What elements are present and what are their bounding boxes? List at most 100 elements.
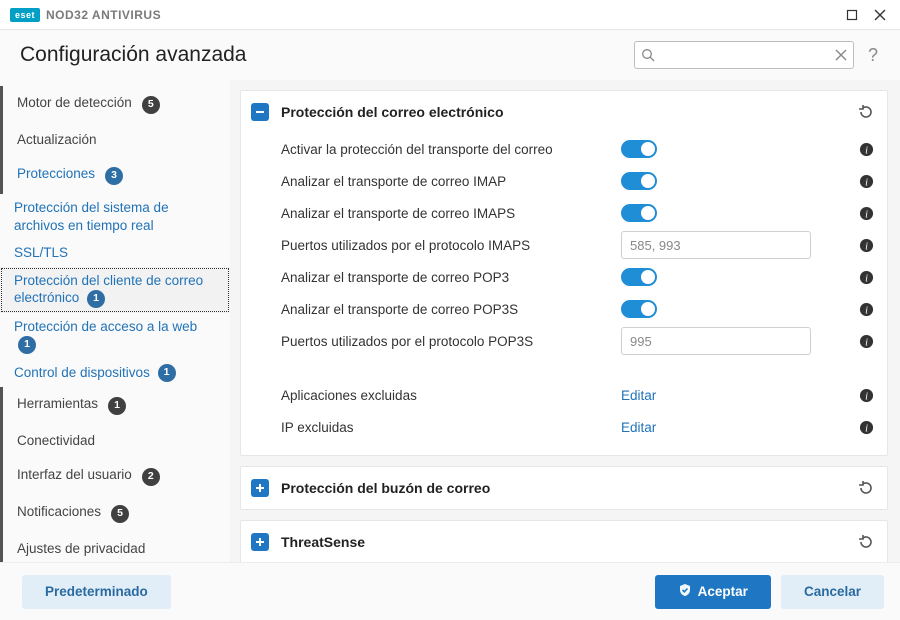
sidebar-sub-proteccion-correo[interactable]: Protección del cliente de correo electró… — [0, 267, 230, 313]
sidebar-item-label: Conectividad — [17, 433, 95, 450]
sidebar-item-label: Protección del cliente de correo electró… — [14, 273, 203, 306]
setting-label: Analizar el transporte de correo IMAP — [281, 174, 611, 189]
row-imaps-ports: Puertos utilizados por el protocolo IMAP… — [281, 229, 875, 261]
setting-label: Analizar el transporte de correo POP3 — [281, 270, 611, 285]
imaps-ports-input[interactable] — [621, 231, 811, 259]
sidebar-item-interfaz-usuario[interactable]: Interfaz del usuario 2 — [0, 458, 230, 495]
row-excluded-ips: IP excluidas Editar i — [281, 411, 875, 443]
row-pop3s: Analizar el transporte de correo POP3S i — [281, 293, 875, 325]
button-label: Predeterminado — [45, 584, 148, 599]
sidebar-item-actualizacion[interactable]: Actualización — [0, 123, 230, 158]
reset-icon[interactable] — [857, 533, 875, 551]
info-icon[interactable]: i — [857, 420, 875, 435]
toggle-imaps[interactable] — [621, 204, 657, 222]
edit-excluded-apps-link[interactable]: Editar — [621, 388, 656, 403]
search-icon — [641, 48, 655, 62]
sidebar-item-label: Ajustes de privacidad — [17, 541, 145, 558]
reset-icon[interactable] — [857, 103, 875, 121]
product-name: NOD32 ANTIVIRUS — [46, 8, 161, 22]
panel-header[interactable]: ThreatSense — [241, 521, 887, 562]
main-content: Protección del correo electrónico Activa… — [230, 80, 900, 562]
help-button[interactable]: ? — [860, 41, 886, 69]
sidebar-item-label: Motor de detección — [17, 95, 132, 112]
expand-icon[interactable] — [251, 533, 269, 551]
search-input[interactable] — [634, 41, 854, 69]
window-titlebar: eset NOD32 ANTIVIRUS — [0, 0, 900, 30]
svg-text:i: i — [865, 305, 868, 316]
clear-search-icon[interactable] — [835, 49, 847, 61]
cancel-button[interactable]: Cancelar — [781, 575, 884, 609]
sidebar-badge: 3 — [105, 167, 123, 185]
row-imaps: Analizar el transporte de correo IMAPS i — [281, 197, 875, 229]
close-button[interactable] — [866, 3, 894, 27]
svg-text:i: i — [865, 241, 868, 252]
svg-text:i: i — [865, 177, 868, 188]
info-icon[interactable]: i — [857, 270, 875, 285]
panel-mailbox-protection: Protección del buzón de correo — [240, 466, 888, 510]
shield-icon — [678, 583, 692, 600]
sidebar-item-ajustes-privacidad[interactable]: Ajustes de privacidad — [0, 532, 230, 562]
panel-header[interactable]: Protección del correo electrónico — [241, 91, 887, 133]
setting-label: Aplicaciones excluidas — [281, 388, 611, 403]
info-icon[interactable]: i — [857, 334, 875, 349]
svg-text:i: i — [865, 423, 868, 434]
accept-button[interactable]: Aceptar — [655, 575, 771, 609]
sidebar-sub-ssl-tls[interactable]: SSL/TLS — [0, 239, 230, 267]
info-icon[interactable]: i — [857, 302, 875, 317]
search-box — [634, 41, 854, 69]
info-icon[interactable]: i — [857, 206, 875, 221]
sidebar-item-herramientas[interactable]: Herramientas 1 — [0, 387, 230, 424]
sidebar-sub-proteccion-archivos[interactable]: Protección del sistema de archivos en ti… — [0, 194, 230, 239]
info-icon[interactable]: i — [857, 238, 875, 253]
button-label: Aceptar — [698, 584, 748, 599]
pop3s-ports-input[interactable] — [621, 327, 811, 355]
collapse-icon[interactable] — [251, 103, 269, 121]
sidebar-item-conectividad[interactable]: Conectividad — [0, 424, 230, 459]
page-title: Configuración avanzada — [20, 43, 634, 67]
sidebar-item-notificaciones[interactable]: Notificaciones 5 — [0, 495, 230, 532]
toggle-pop3[interactable] — [621, 268, 657, 286]
toggle-enable-transport[interactable] — [621, 140, 657, 158]
svg-text:i: i — [865, 391, 868, 402]
row-imap: Analizar el transporte de correo IMAP i — [281, 165, 875, 197]
sidebar-badge: 5 — [111, 505, 129, 523]
sidebar-badge: 5 — [142, 96, 160, 114]
panel-header[interactable]: Protección del buzón de correo — [241, 467, 887, 509]
sidebar-item-protecciones[interactable]: Protecciones 3 — [0, 157, 230, 194]
toggle-imap[interactable] — [621, 172, 657, 190]
sidebar-item-label: Protecciones — [17, 166, 95, 183]
sidebar-item-label: Protección de acceso a la web — [14, 319, 197, 334]
sidebar: Motor de detección 5 Actualización Prote… — [0, 80, 230, 562]
sidebar-badge: 1 — [158, 364, 176, 382]
svg-text:i: i — [865, 273, 868, 284]
expand-icon[interactable] — [251, 479, 269, 497]
setting-label: Puertos utilizados por el protocolo IMAP… — [281, 238, 611, 253]
reset-icon[interactable] — [857, 479, 875, 497]
footer: Predeterminado Aceptar Cancelar — [0, 562, 900, 620]
sidebar-badge: 1 — [18, 336, 36, 354]
sidebar-item-motor-deteccion[interactable]: Motor de detección 5 — [0, 86, 230, 123]
page-header: Configuración avanzada ? — [0, 30, 900, 80]
edit-excluded-ips-link[interactable]: Editar — [621, 420, 656, 435]
maximize-icon — [846, 9, 858, 21]
panel-title: Protección del correo electrónico — [281, 104, 845, 120]
default-button[interactable]: Predeterminado — [22, 575, 171, 609]
info-icon[interactable]: i — [857, 142, 875, 157]
svg-text:i: i — [865, 145, 868, 156]
sidebar-sub-proteccion-web[interactable]: Protección de acceso a la web 1 — [0, 313, 230, 359]
sidebar-badge: 2 — [142, 468, 160, 486]
panel-title: ThreatSense — [281, 534, 845, 550]
close-icon — [874, 9, 886, 21]
toggle-pop3s[interactable] — [621, 300, 657, 318]
sidebar-item-label: Actualización — [17, 132, 97, 149]
info-icon[interactable]: i — [857, 174, 875, 189]
brand-badge: eset — [10, 8, 40, 22]
row-excluded-apps: Aplicaciones excluidas Editar i — [281, 379, 875, 411]
maximize-button[interactable] — [838, 3, 866, 27]
setting-label: Puertos utilizados por el protocolo POP3… — [281, 334, 611, 349]
sidebar-sub-control-dispositivos[interactable]: Control de dispositivos 1 — [0, 359, 230, 387]
setting-label: IP excluidas — [281, 420, 611, 435]
sidebar-item-label: Interfaz del usuario — [17, 467, 132, 484]
info-icon[interactable]: i — [857, 388, 875, 403]
setting-label: Analizar el transporte de correo IMAPS — [281, 206, 611, 221]
